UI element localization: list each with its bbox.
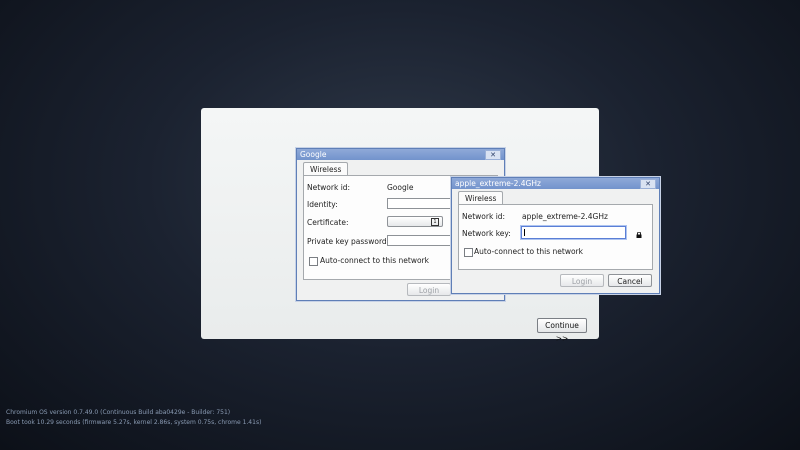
autoconnect-checkbox[interactable] [464, 248, 473, 257]
autoconnect-label: Auto-connect to this network [320, 256, 429, 265]
identity-label: Identity: [307, 200, 338, 209]
certificate-button[interactable]: 1 [387, 216, 443, 227]
network-id-value: apple_extreme-2.4GHz [522, 212, 608, 221]
autoconnect-label: Auto-connect to this network [474, 247, 583, 256]
network-id-label: Network id: [307, 183, 351, 192]
text-cursor [524, 229, 525, 236]
certificate-icon: 1 [431, 218, 439, 226]
autoconnect-checkbox[interactable] [309, 257, 318, 266]
login-button[interactable]: Login [560, 274, 604, 287]
cancel-button[interactable]: Cancel [608, 274, 652, 287]
close-icon[interactable]: ✕ [485, 150, 501, 160]
network-key-field[interactable] [521, 226, 626, 239]
dialog-content: Network id: apple_extreme-2.4GHz Network… [458, 204, 653, 270]
dialog-title: apple_extreme-2.4GHz [455, 179, 541, 188]
network-key-label: Network key: [462, 229, 511, 238]
login-button[interactable]: Login [407, 283, 451, 296]
tab-wireless[interactable]: Wireless [458, 191, 504, 205]
network-id-label: Network id: [462, 212, 506, 221]
tab-wireless[interactable]: Wireless [303, 162, 349, 176]
version-info: Chromium OS version 0.7.49.0 (Continuous… [6, 409, 231, 416]
dialog-titlebar[interactable]: apple_extreme-2.4GHz ✕ [452, 178, 659, 189]
boot-time-info: Boot took 10.29 seconds (firmware 5.27s,… [6, 419, 262, 426]
continue-button[interactable]: Continue >> [537, 318, 587, 343]
network-id-value: Google [387, 183, 414, 192]
wifi-network-dialog: apple_extreme-2.4GHz ✕ Wireless Network … [451, 177, 660, 294]
certificate-label: Certificate: [307, 218, 349, 227]
close-icon[interactable]: ✕ [640, 179, 656, 189]
private-key-label: Private key password: [307, 237, 390, 246]
dialog-titlebar[interactable]: Google ✕ [297, 149, 504, 160]
dialog-title: Google [300, 150, 327, 159]
lock-icon [636, 231, 642, 238]
